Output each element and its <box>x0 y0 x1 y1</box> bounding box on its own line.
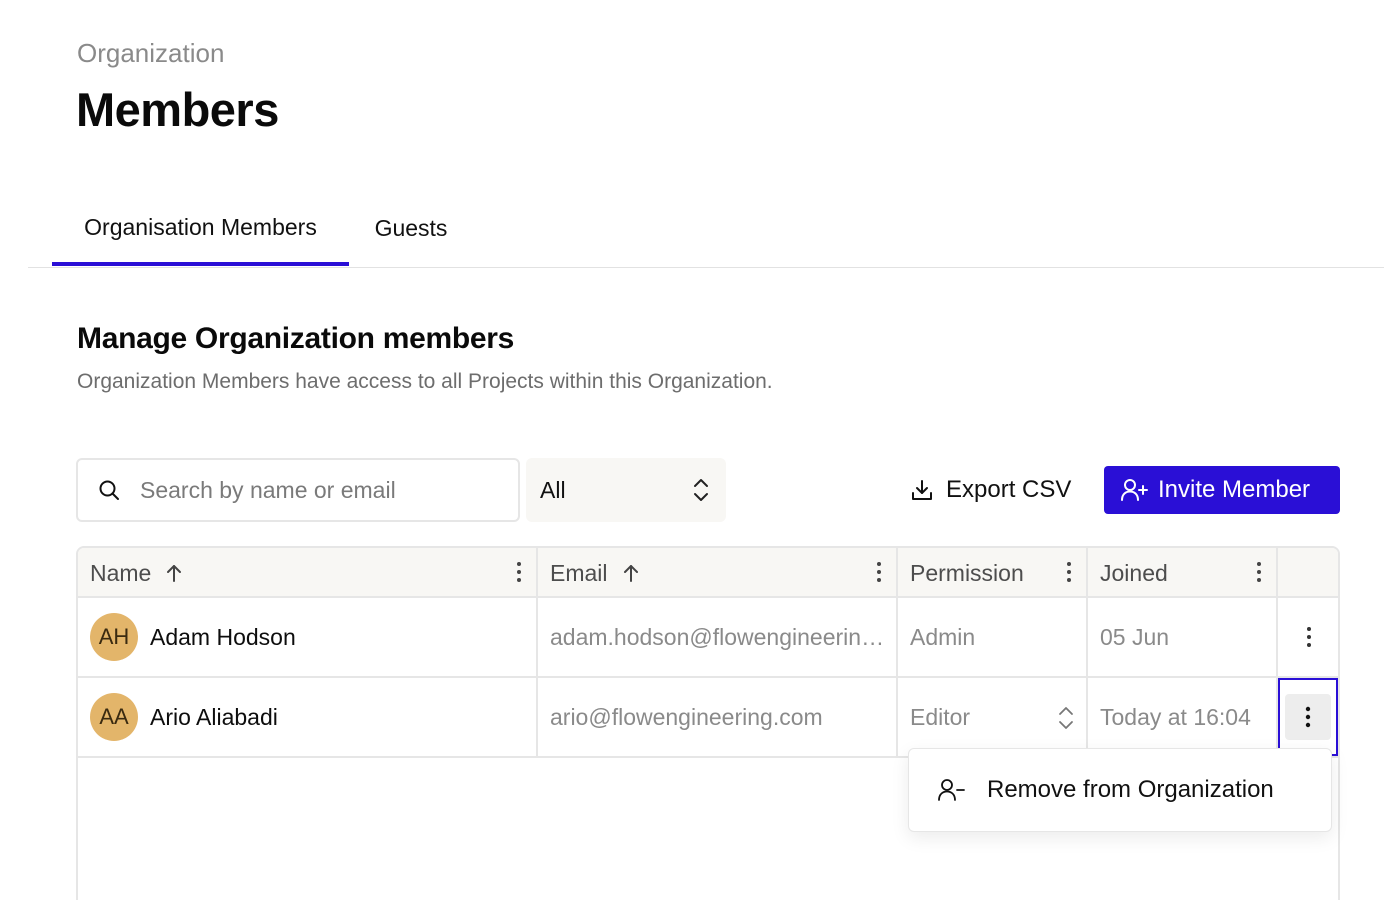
avatar: AH <box>90 613 138 661</box>
member-joined: Today at 16:04 <box>1100 703 1251 730</box>
column-label-name: Name <box>90 559 152 586</box>
column-label-email: Email <box>550 559 608 586</box>
column-menu-icon[interactable] <box>876 561 882 583</box>
column-menu-icon[interactable] <box>1256 561 1262 583</box>
export-csv-label: Export CSV <box>946 476 1072 503</box>
row-actions-button[interactable] <box>1286 614 1332 660</box>
column-header-actions <box>1278 548 1338 596</box>
more-vertical-icon <box>1305 706 1311 728</box>
permission-filter-select[interactable]: All <box>526 458 726 522</box>
member-name: Adam Hodson <box>150 623 296 650</box>
column-label-joined: Joined <box>1100 559 1168 586</box>
chevron-up-down-icon <box>1059 707 1073 729</box>
remove-from-organization-menu-item[interactable]: Remove from Organization <box>908 748 1332 832</box>
column-menu-icon[interactable] <box>516 561 522 583</box>
member-email: ario@flowengineering.com <box>550 703 823 730</box>
filter-value: All <box>540 476 566 503</box>
member-email-cell: adam.hodson@flowengineering.com <box>538 598 898 676</box>
member-name-cell: AH Adam Hodson <box>78 598 538 676</box>
remove-from-organization-label: Remove from Organization <box>987 776 1274 803</box>
table-row[interactable]: AA Ario Aliabadi ario@flowengineering.co… <box>78 678 1338 758</box>
sort-arrow-up-icon[interactable] <box>165 563 183 583</box>
row-actions-cell <box>1278 598 1338 676</box>
tab-organisation-members[interactable]: Organisation Members <box>52 190 349 266</box>
section-description: Organization Members have access to all … <box>77 370 773 393</box>
row-actions-cell <box>1278 678 1338 756</box>
chevron-up-down-icon <box>694 479 708 501</box>
export-csv-button[interactable]: Export CSV <box>910 466 1071 514</box>
section-title: Manage Organization members <box>77 322 515 355</box>
column-header-email[interactable]: Email <box>538 548 898 596</box>
search-input[interactable] <box>140 476 500 504</box>
permission-select[interactable]: Editor <box>898 678 1088 756</box>
member-permission: Editor <box>910 703 971 730</box>
member-email: adam.hodson@flowengineering.com <box>550 623 890 650</box>
row-actions-button[interactable] <box>1285 694 1331 740</box>
table-header: Name Email Permission Joined <box>78 548 1338 598</box>
column-header-joined[interactable]: Joined <box>1088 548 1278 596</box>
member-email-cell: ario@flowengineering.com <box>538 678 898 756</box>
breadcrumb: Organization <box>77 38 225 68</box>
column-menu-icon[interactable] <box>1066 561 1072 583</box>
table-row[interactable]: AH Adam Hodson adam.hodson@flowengineeri… <box>78 598 1338 678</box>
member-permission-cell: Admin <box>898 598 1088 676</box>
tab-bar: Organisation Members Guests <box>28 190 1384 268</box>
member-joined-cell: 05 Jun <box>1088 598 1278 676</box>
user-plus-icon <box>1121 479 1148 501</box>
members-table: Name Email Permission Joined AH Adam Hod… <box>76 546 1340 900</box>
invite-member-button[interactable]: Invite Member <box>1104 466 1340 514</box>
more-vertical-icon <box>1307 627 1311 647</box>
search-box <box>76 458 520 522</box>
member-name-cell: AA Ario Aliabadi <box>78 678 538 756</box>
invite-member-label: Invite Member <box>1158 476 1311 503</box>
member-name: Ario Aliabadi <box>150 703 278 730</box>
avatar: AA <box>90 693 138 741</box>
member-joined: 05 Jun <box>1100 623 1170 650</box>
download-icon <box>912 480 932 500</box>
user-minus-icon <box>938 779 965 801</box>
search-icon <box>99 480 119 500</box>
column-header-permission[interactable]: Permission <box>898 548 1088 596</box>
tab-guests[interactable]: Guests <box>349 190 473 267</box>
sort-arrow-up-icon[interactable] <box>622 563 640 583</box>
page-title: Members <box>76 83 279 136</box>
column-header-name[interactable]: Name <box>78 548 538 596</box>
column-label-permission: Permission <box>910 559 1024 586</box>
member-permission: Admin <box>910 623 976 650</box>
member-joined-cell: Today at 16:04 <box>1088 678 1278 756</box>
